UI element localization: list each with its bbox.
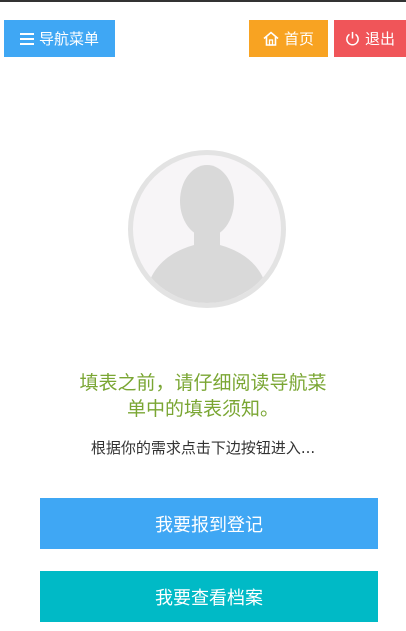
exit-button[interactable]: 退出	[334, 20, 406, 57]
notice-text-line1: 填表之前，请仔细阅读导航菜	[79, 372, 327, 394]
register-button[interactable]: 我要报到登记	[40, 498, 378, 549]
home-icon	[263, 31, 279, 46]
avatar	[128, 150, 286, 308]
nav-menu-button[interactable]: 导航菜单	[4, 20, 115, 57]
home-label: 首页	[283, 30, 314, 48]
menu-icon	[19, 32, 34, 45]
user-silhouette-icon	[145, 165, 269, 303]
view-archive-button[interactable]: 我要查看档案	[40, 571, 378, 622]
home-button[interactable]: 首页	[249, 20, 328, 57]
exit-label: 退出	[364, 30, 395, 48]
top-border	[0, 0, 406, 2]
view-archive-button-label: 我要查看档案	[155, 587, 263, 609]
notice-text-line2: 单中的填表须知。	[126, 398, 279, 420]
nav-menu-label: 导航菜单	[38, 30, 99, 48]
hint-text: 根据你的需求点击下边按钮进入...	[90, 439, 316, 457]
register-button-label: 我要报到登记	[155, 514, 263, 536]
power-icon	[345, 31, 360, 46]
